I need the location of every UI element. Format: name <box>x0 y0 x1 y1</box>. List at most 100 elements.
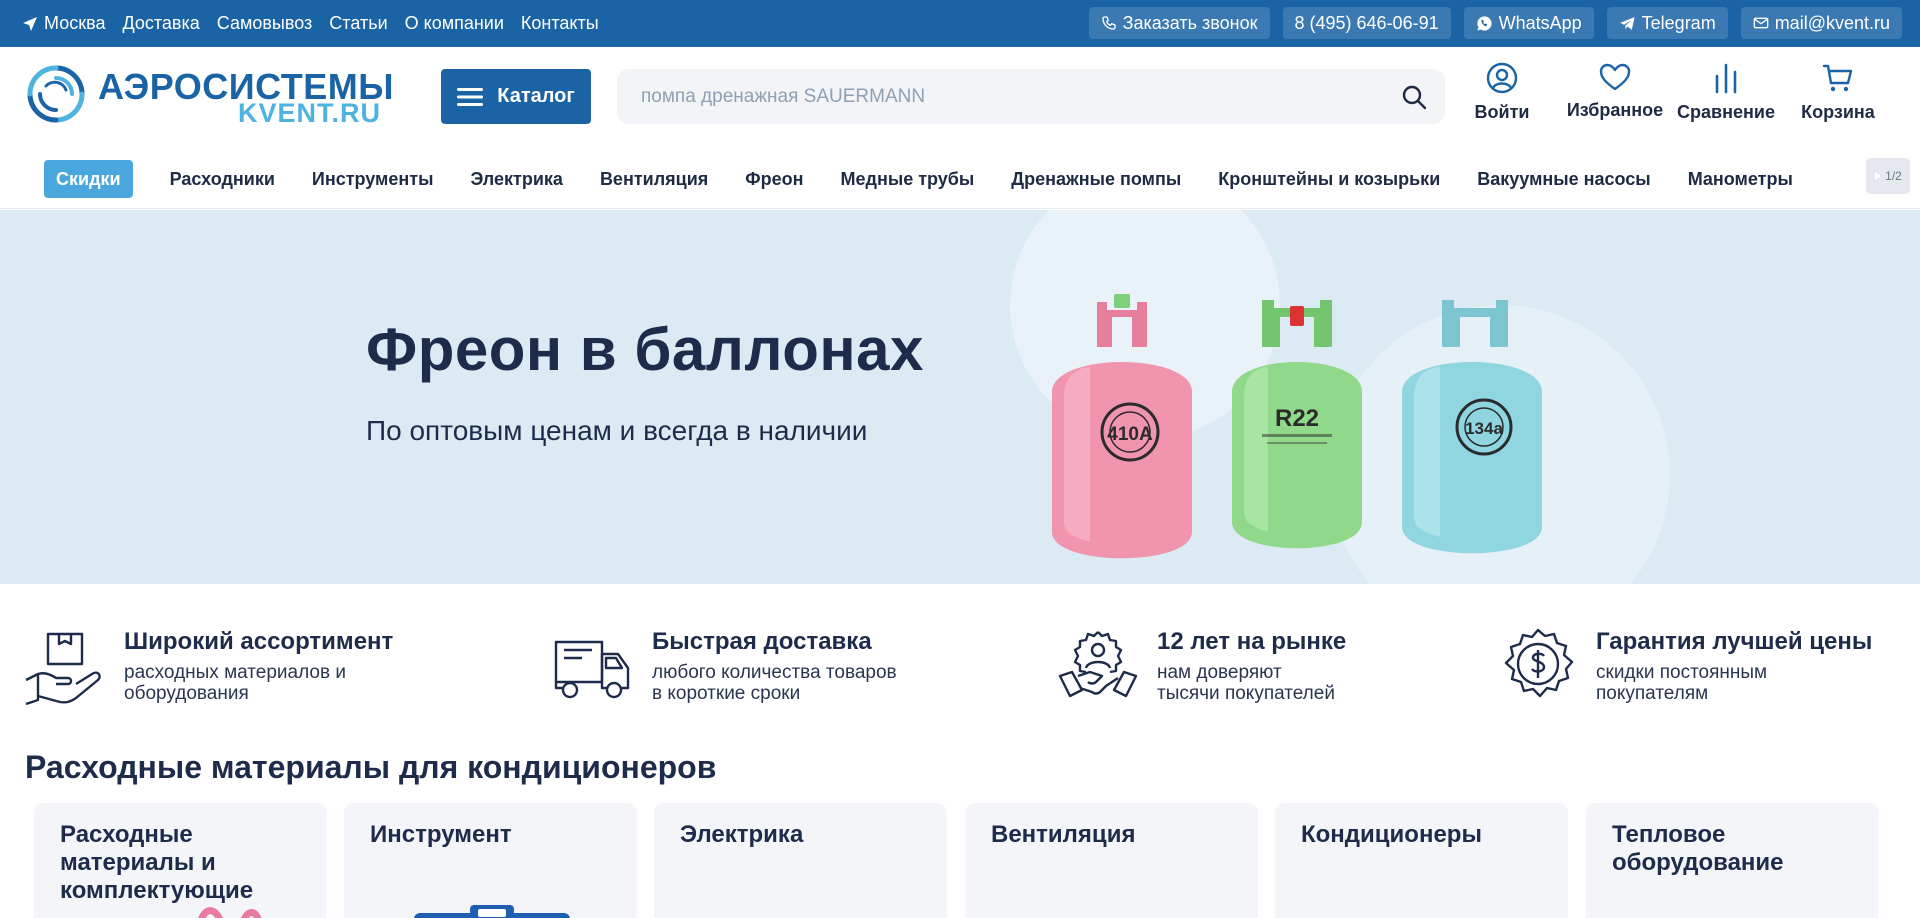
city-label: Москва <box>44 13 106 33</box>
logo-domain: KVENT.RU <box>238 98 382 128</box>
link-articles[interactable]: Статьи <box>329 13 387 34</box>
nav-item-freon[interactable]: Фреон <box>745 160 803 198</box>
email-link[interactable]: mail@kvent.ru <box>1740 7 1902 39</box>
category-card-title: Тепловое оборудование <box>1612 821 1784 876</box>
phone-icon <box>1101 16 1116 30</box>
feature-description: нам доверяют тысячи покупателей <box>1157 662 1335 704</box>
search-input[interactable] <box>641 69 1381 124</box>
telegram-label: Telegram <box>1641 12 1716 33</box>
freon-cylinder-410a: 410A <box>1052 294 1192 559</box>
compare-label: Сравнение <box>1677 102 1775 122</box>
search-icon[interactable] <box>1401 84 1427 110</box>
top-bar: Москва Доставка Самовывоз Статьи О компа… <box>0 0 1920 47</box>
feature-years: 12 лет на рынке нам доверяют тысячи поку… <box>1058 626 1478 710</box>
telegram-link[interactable]: Telegram <box>1606 7 1728 39</box>
favorites-label: Избранное <box>1566 100 1664 120</box>
section-title: Расходные материалы для кондиционеров <box>25 749 717 785</box>
hamburger-icon <box>457 87 484 106</box>
feature-title: Широкий ассортимент <box>124 628 394 655</box>
nav-item-brackets[interactable]: Кронштейны и козырьки <box>1218 160 1440 198</box>
product-image-tool-case <box>414 905 570 918</box>
truck-icon <box>554 640 630 699</box>
link-about[interactable]: О компании <box>405 13 504 34</box>
mail-icon <box>1753 17 1769 29</box>
whatsapp-icon <box>1477 15 1492 31</box>
feature-delivery: Быстрая доставка любого количества товар… <box>552 626 972 710</box>
nav-item-vacuum-pumps[interactable]: Вакуумные насосы <box>1477 160 1650 198</box>
catalog-button[interactable]: Каталог <box>441 69 591 124</box>
play-right-icon <box>1875 172 1882 180</box>
heart-icon <box>1599 63 1631 91</box>
feature-line: в короткие сроки <box>652 683 801 704</box>
phone-link[interactable]: 8 (495) 646-06-91 <box>1282 7 1451 39</box>
feature-line: покупателям <box>1596 683 1709 704</box>
feature-line: расходных материалов и <box>124 662 346 683</box>
user-icon <box>1486 62 1518 94</box>
feature-assortment: Широкий ассортимент расходных материалов… <box>24 626 444 710</box>
link-pickup[interactable]: Самовывоз <box>217 13 313 34</box>
whatsapp-link[interactable]: WhatsApp <box>1463 7 1594 39</box>
category-card-electrics[interactable]: Электрика <box>654 803 947 918</box>
cylinder-label: 410A <box>1107 424 1153 445</box>
category-card-title: Кондиционеры <box>1301 821 1482 848</box>
nav-pager-label: 1/2 <box>1885 169 1902 183</box>
product-image-hoses <box>198 907 262 918</box>
category-card-title: Электрика <box>680 821 804 848</box>
nav-item-ventilation[interactable]: Вентиляция <box>600 160 708 198</box>
callback-button[interactable]: Заказать звонок <box>1088 7 1270 39</box>
city-selector[interactable]: Москва <box>22 13 105 34</box>
category-card-title: Расходные материалы и комплектующие <box>60 821 254 904</box>
nav-item-electrics[interactable]: Электрика <box>470 160 562 198</box>
phone-number: 8 (495) 646-06-91 <box>1294 12 1439 33</box>
feature-line: любого количества товаров <box>652 662 897 683</box>
promo-banner[interactable]: Фреон в баллонах По оптовым ценам и всег… <box>0 210 1920 584</box>
logo-swirl-icon <box>27 65 85 123</box>
callback-label: Заказать звонок <box>1122 12 1258 33</box>
telegram-icon <box>1620 16 1635 30</box>
feature-best-price: Гарантия лучшей цены скидки постоянным п… <box>1500 626 1900 710</box>
location-arrow-icon <box>23 16 37 31</box>
nav-pager-button[interactable]: 1/2 <box>1866 158 1910 194</box>
feature-description: расходных материалов и оборудования <box>124 662 346 704</box>
search-box <box>617 69 1445 124</box>
catalog-label: Каталог <box>497 85 575 107</box>
category-card-conditioners[interactable]: Кондиционеры <box>1275 803 1568 918</box>
category-card-ventilation[interactable]: Вентиляция <box>965 803 1258 918</box>
banner-subtitle: По оптовым ценам и всегда в наличии <box>366 415 868 446</box>
feature-title: Быстрая доставка <box>652 628 872 655</box>
handshake-icon <box>1058 631 1138 698</box>
dollar-badge-icon <box>1504 628 1574 698</box>
category-card-title: Инструмент <box>370 821 512 848</box>
cart-button[interactable]: Корзина <box>1800 62 1876 132</box>
login-button[interactable]: Войти <box>1474 62 1530 132</box>
nav-item-drain-pumps[interactable]: Дренажные помпы <box>1011 160 1181 198</box>
favorites-button[interactable]: Избранное <box>1565 62 1665 132</box>
link-contacts[interactable]: Контакты <box>521 13 599 34</box>
feature-description: скидки постоянным покупателям <box>1596 662 1767 704</box>
nav-item-gauges[interactable]: Манометры <box>1688 160 1793 198</box>
nav-item-consumables[interactable]: Расходники <box>170 160 275 198</box>
category-card-heating[interactable]: Тепловое оборудование <box>1586 803 1879 918</box>
feature-line: скидки постоянным <box>1596 662 1768 683</box>
feature-line: тысячи покупателей <box>1157 683 1335 704</box>
nav-item-copper-pipes[interactable]: Медные трубы <box>841 160 975 198</box>
nav-item-tools[interactable]: Инструменты <box>312 160 434 198</box>
feature-description: любого количества товаров в короткие сро… <box>652 662 897 704</box>
cart-icon <box>1822 64 1853 92</box>
category-card-title: Вентиляция <box>991 821 1136 848</box>
compare-button[interactable]: Сравнение <box>1677 62 1775 132</box>
email-label: mail@kvent.ru <box>1774 12 1890 33</box>
login-label: Войти <box>1474 102 1530 122</box>
whatsapp-label: WhatsApp <box>1498 12 1582 33</box>
feature-line: нам доверяют <box>1157 662 1282 683</box>
hand-box-icon <box>25 632 101 706</box>
cylinder-label: R22 <box>1275 405 1319 432</box>
category-card-tools[interactable]: Инструмент <box>344 803 637 918</box>
link-delivery[interactable]: Доставка <box>122 13 199 34</box>
compare-bars-icon <box>1715 63 1737 94</box>
site-logo[interactable]: АЭРОСИСТЕМЫ KVENT.RU <box>24 60 393 132</box>
category-card-consumables[interactable]: Расходные материалы и комплектующие <box>34 803 327 918</box>
banner-title: Фреон в баллонах <box>366 316 924 383</box>
nav-discounts[interactable]: Скидки <box>44 160 133 198</box>
feature-line: оборудования <box>124 683 249 704</box>
